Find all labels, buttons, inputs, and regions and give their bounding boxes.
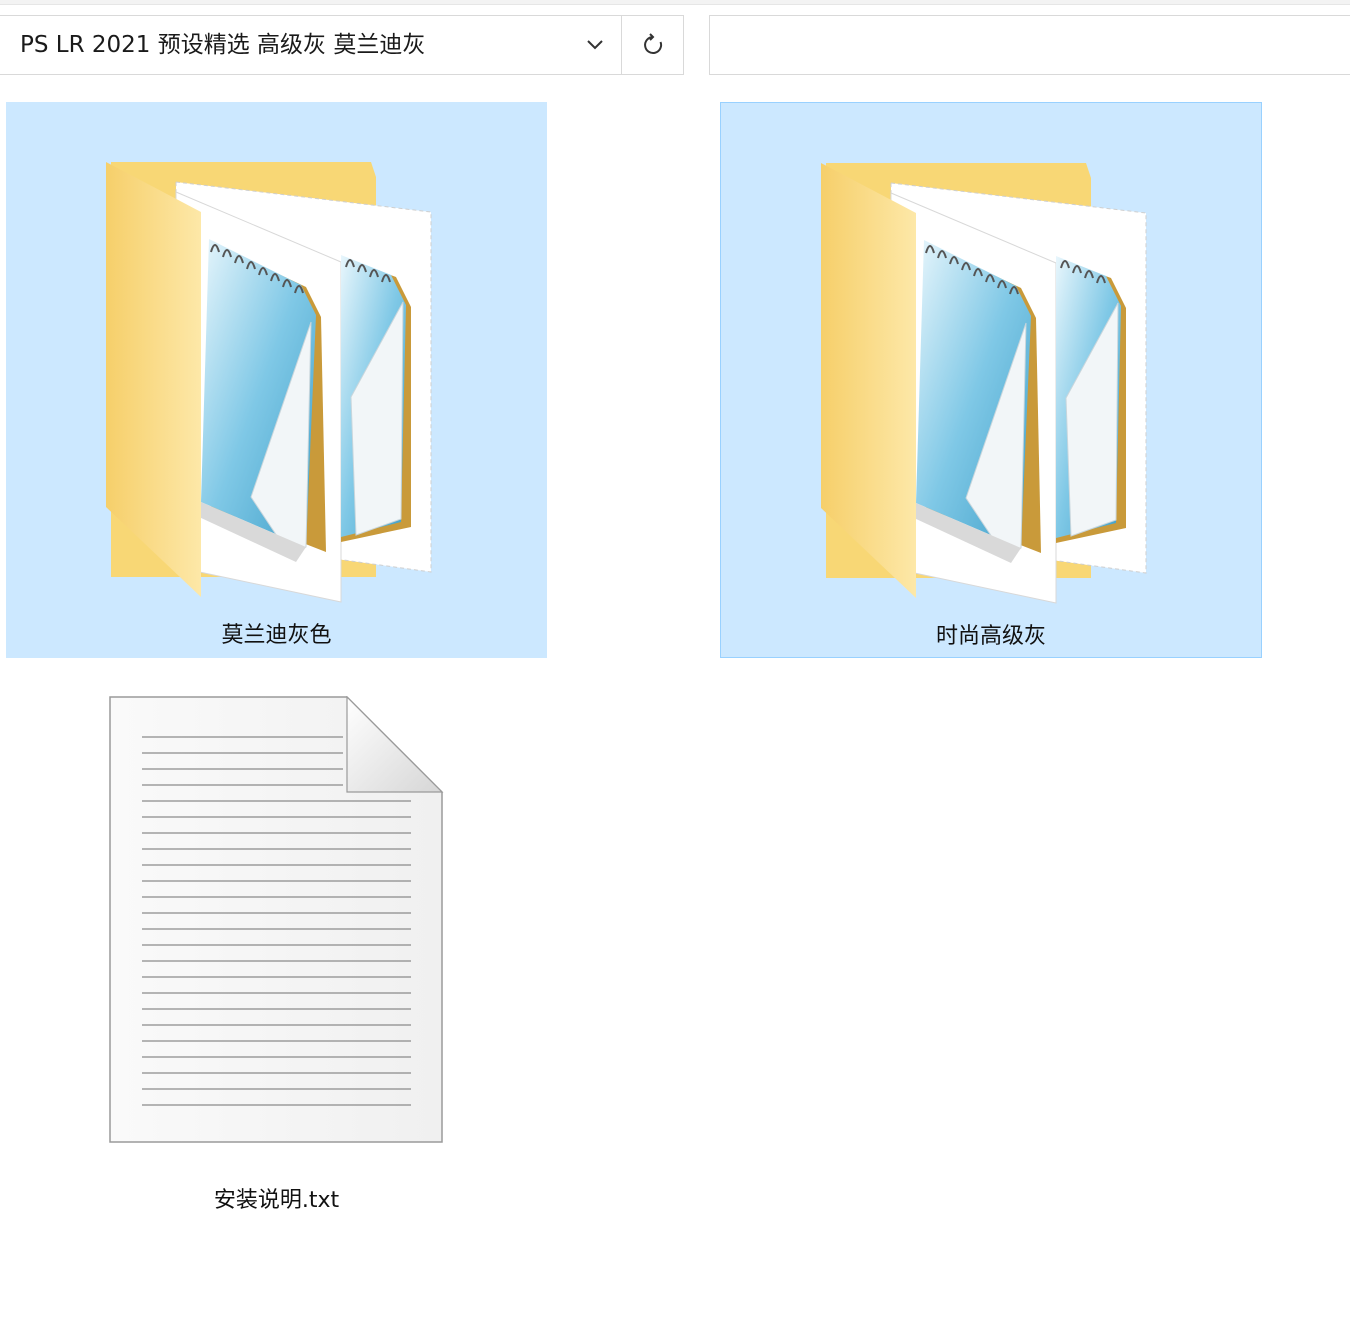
folder-documents-icon [106, 162, 432, 603]
search-input[interactable] [709, 15, 1350, 75]
refresh-icon [643, 33, 662, 54]
folder-item-morandi[interactable]: 莫兰迪灰色 [6, 102, 547, 658]
window-top-edge [0, 0, 1350, 5]
address-path[interactable]: PS LR 2021 预设精选 高级灰 莫兰迪灰 [20, 16, 425, 74]
refresh-button[interactable] [622, 16, 683, 74]
item-label: 安装说明.txt [213, 1188, 340, 1213]
item-label: 时尚高级灰 [935, 624, 1046, 649]
folder-documents-icon [821, 163, 1147, 604]
chevron-down-icon [586, 40, 603, 50]
address-bar[interactable]: PS LR 2021 预设精选 高级灰 莫兰迪灰 [0, 15, 684, 75]
item-label: 莫兰迪灰色 [221, 623, 332, 648]
folder-item-fashion-gray[interactable]: 时尚高级灰 [720, 102, 1262, 658]
address-dropdown-button[interactable] [568, 16, 621, 74]
file-item-install-readme[interactable]: 安装说明.txt [6, 680, 547, 1220]
text-document-icon [109, 695, 444, 1143]
